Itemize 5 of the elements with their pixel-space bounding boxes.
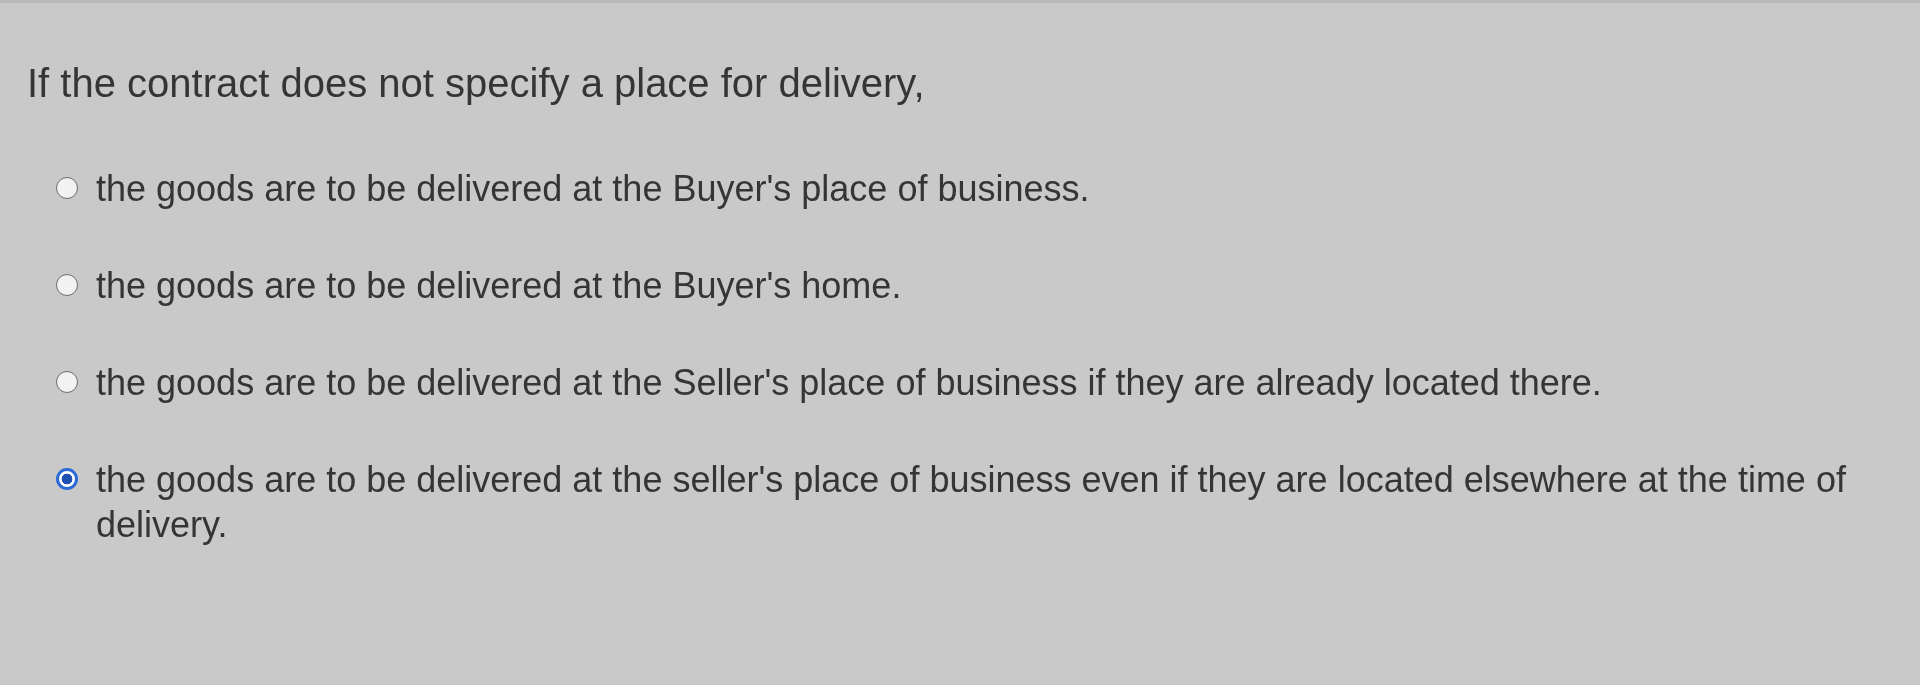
option-label[interactable]: the goods are to be delivered at the Seller's place of business if they are already located there. <box>96 360 1602 405</box>
option-label[interactable]: the goods are to be delivered at the Buyer's place of business. <box>96 166 1090 211</box>
option-label[interactable]: the goods are to be delivered at the Buyer's home. <box>96 263 902 308</box>
option-label[interactable]: the goods are to be delivered at the seller's place of business even if they are located elsewhere at the time of delivery. <box>96 457 1876 547</box>
question-text: If the contract does not specify a place for delivery, <box>27 61 926 106</box>
